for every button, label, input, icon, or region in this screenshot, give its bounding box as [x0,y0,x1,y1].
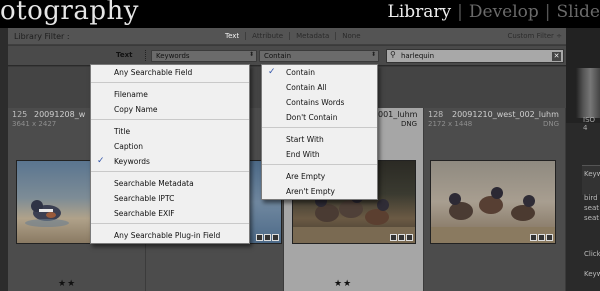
menu-item-start-with[interactable]: Start With [262,132,377,147]
menu-item-label: Any Searchable Plug-in Field [114,231,221,240]
keyword-text: bird [584,194,598,202]
module-separator: | [544,2,551,22]
identity-plate: otography Library | Develop | Slide [0,0,600,28]
menu-item-label: Contains Words [286,98,345,107]
filter-bar-title: Library Filter : [14,32,70,41]
menu-item-label: Caption [114,142,143,151]
menu-item-label: Contain [286,68,315,77]
menu-item-searchable-exif[interactable]: Searchable EXIF [91,206,249,221]
library-filter-bar: Library Filter : Text Attribute Metadata… [8,28,566,45]
menu-item-label: Filename [114,90,148,99]
lightroom-window: otography Library | Develop | Slide Libr… [0,0,600,291]
menu-item-label: Searchable EXIF [114,209,175,218]
cell-index: 125 [12,110,28,119]
custom-filter-preset[interactable]: Custom Filter ÷ [508,32,562,40]
menu-item-arent-empty[interactable]: Aren't Empty [262,184,377,199]
menu-item-copy-name[interactable]: Copy Name [91,102,249,117]
menu-item-searchable-metadata[interactable]: Searchable Metadata [91,176,249,191]
menu-item-label: End With [286,150,320,159]
menu-item-any-searchable-field[interactable]: Any Searchable Field [91,65,249,80]
cell-dimensions: 2172 x 1448 [428,120,473,128]
keyword-panel-label[interactable]: Keyw [584,170,600,178]
menu-item-searchable-iptc[interactable]: Searchable IPTC [91,191,249,206]
menu-item-title[interactable]: Title [91,124,249,139]
menu-item-label: Aren't Empty [286,187,335,196]
module-picker: Library | Develop | Slide [388,2,600,22]
checkmark-icon: ✓ [268,67,276,77]
tab-attribute[interactable]: Attribute [245,32,289,40]
brand-text: otography [0,0,139,26]
menu-item-contain-all[interactable]: Contain All [262,80,377,95]
thumbnail-badges [530,234,553,241]
checkmark-icon: ✓ [97,156,105,166]
menu-item-contain[interactable]: ✓ Contain [262,65,377,80]
menu-item-label: Start With [286,135,324,144]
select-arrows-icon: ⬍ [248,51,254,58]
star-rating[interactable]: ★★ [334,279,352,289]
thumbnail-badges [256,234,279,241]
cell-dimensions: 3641 x 2427 [12,120,57,128]
histogram-graph [576,68,600,118]
magnifier-icon[interactable]: ⚲ [390,50,396,59]
menu-item-filename[interactable]: Filename [91,87,249,102]
grid-cell[interactable]: 128 20091210_west_002_luhm 2172 x 1448 D… [424,108,566,291]
menu-item-are-empty[interactable]: Are Empty [262,169,377,184]
text-filter-label: Text [116,51,133,59]
search-field-value: Keywords [156,52,190,60]
search-field-menu: Any Searchable Field Filename Copy Name … [90,64,250,244]
menu-item-label: Copy Name [114,105,158,114]
cell-format: DNG [400,120,417,128]
tab-metadata[interactable]: Metadata [289,32,335,40]
filter-tabs: Text Attribute Metadata None [219,32,367,40]
module-library[interactable]: Library [388,2,452,22]
cell-format: DNG [542,120,559,128]
search-input[interactable] [401,51,549,61]
module-develop[interactable]: Develop [469,2,539,22]
search-rule-select[interactable]: Contain ⬍ [259,50,379,62]
search-box: ⚲ ✕ [386,49,564,63]
keyword-text: seat [584,214,599,222]
drag-handle[interactable] [145,50,147,61]
search-rule-value: Contain [264,52,292,60]
left-panel-edge [0,28,8,291]
module-slideshow[interactable]: Slide [557,2,600,22]
photo-thumbnail[interactable] [430,160,556,244]
iso-readout: ISO 4 [583,116,596,132]
search-rule-menu: ✓ Contain Contain All Contains Words Don'… [261,64,378,200]
menu-item-label: Searchable IPTC [114,194,175,203]
thumbnail-badges [390,234,413,241]
click-hint[interactable]: Click [584,250,600,258]
menu-item-end-with[interactable]: End With [262,147,377,162]
star-rating[interactable]: ★★ [58,279,76,289]
tab-text[interactable]: Text [219,32,245,40]
menu-item-dont-contain[interactable]: Don't Contain [262,110,377,125]
keyword-text: seat [584,204,599,212]
clear-x-icon[interactable]: ✕ [552,52,561,61]
search-field-select[interactable]: Keywords ⬍ [151,50,257,62]
ducks-image [431,187,555,243]
cell-filename: 20091210_west_002_luhm [452,110,559,119]
menu-item-label: Contain All [286,83,327,92]
menu-item-label: Searchable Metadata [114,179,194,188]
menu-item-label: Are Empty [286,172,326,181]
histogram: ISO 4 [566,28,600,132]
menu-item-label: Title [114,127,131,136]
menu-item-caption[interactable]: Caption [91,139,249,154]
menu-item-any-plugin-field[interactable]: Any Searchable Plug-in Field [91,228,249,243]
module-separator: | [457,2,463,22]
menu-item-label: Keywords [114,157,150,166]
menu-item-keywords[interactable]: ✓ Keywords [91,154,249,169]
text-filter-row: Text Keywords ⬍ Contain ⬍ ⚲ ✕ [8,46,566,66]
keyword-panel-label[interactable]: Keyw [584,270,600,278]
menu-item-label: Any Searchable Field [114,68,193,77]
cell-filename: 20091208_w [34,110,86,119]
menu-item-contains-words[interactable]: Contains Words [262,95,377,110]
tab-none[interactable]: None [335,32,366,40]
cell-index: 128 [428,110,444,119]
select-arrows-icon: ⬍ [370,51,376,58]
cell-filename: 001_luhm [378,110,418,119]
menu-item-label: Don't Contain [286,113,338,122]
